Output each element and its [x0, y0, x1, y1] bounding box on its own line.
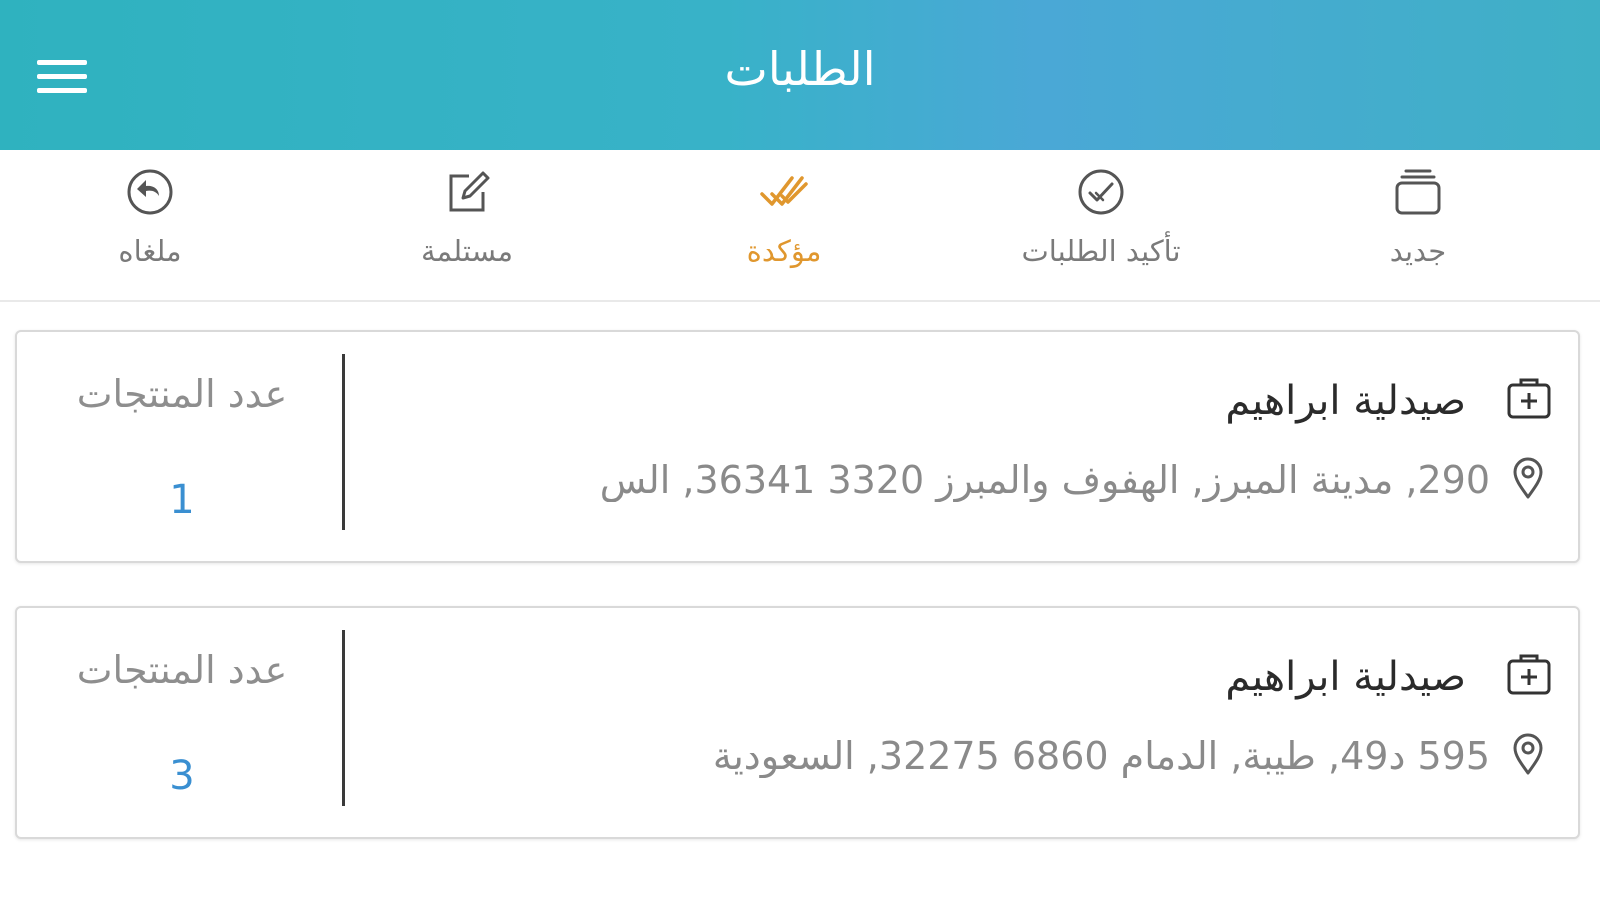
- first-aid-kit-icon: [1507, 378, 1551, 419]
- page-title: الطلبات: [724, 42, 876, 96]
- stack-icon: [1395, 169, 1441, 215]
- product-count-label: عدد المنتجات: [76, 648, 288, 692]
- cancelled-icon: [127, 169, 173, 215]
- location-pin-icon: [1513, 733, 1543, 775]
- pharmacy-address: 595 د49, طيبة, الدمام 6860 32275, السعود…: [712, 734, 1490, 778]
- tab-label: تأكيد الطلبات: [1021, 234, 1181, 268]
- product-count-value: 3: [169, 753, 195, 799]
- product-count-value: 1: [169, 477, 195, 523]
- tab-confirmed[interactable]: مؤكدة: [634, 150, 934, 300]
- tab-received[interactable]: مستلمة: [317, 150, 617, 300]
- location-pin-icon: [1513, 457, 1543, 499]
- product-count-label: عدد المنتجات: [76, 372, 288, 416]
- first-aid-kit-icon: [1507, 654, 1551, 695]
- app-header: الطلبات: [0, 0, 1600, 150]
- order-card[interactable]: عدد المنتجات 1 صيدلية ابراهيم 290, مدينة…: [15, 330, 1580, 563]
- card-divider: [342, 354, 345, 530]
- pharmacy-name: صيدلية ابراهيم: [1225, 654, 1466, 700]
- double-check-icon: [760, 176, 808, 206]
- order-status-tabs: ملغاه مستلمة مؤكدة تأكيد الطلبات جديد: [0, 150, 1600, 302]
- tab-confirm-orders[interactable]: تأكيد الطلبات: [951, 150, 1251, 300]
- card-divider: [342, 630, 345, 806]
- pharmacy-address: 290, مدينة المبرز, الهفوف والمبرز 3320 3…: [599, 458, 1490, 502]
- tab-label: مستلمة: [420, 234, 514, 268]
- tab-label: مؤكدة: [746, 234, 822, 268]
- tab-label: جديد: [1389, 234, 1447, 268]
- tab-label: ملغاه: [118, 234, 182, 268]
- edit-icon: [449, 171, 490, 212]
- pharmacy-name: صيدلية ابراهيم: [1225, 378, 1466, 424]
- check-circle-icon: [1078, 169, 1124, 215]
- tab-cancelled[interactable]: ملغاه: [0, 150, 300, 300]
- order-card[interactable]: عدد المنتجات 3 صيدلية ابراهيم 595 د49, ط…: [15, 606, 1580, 839]
- tab-new[interactable]: جديد: [1268, 150, 1568, 300]
